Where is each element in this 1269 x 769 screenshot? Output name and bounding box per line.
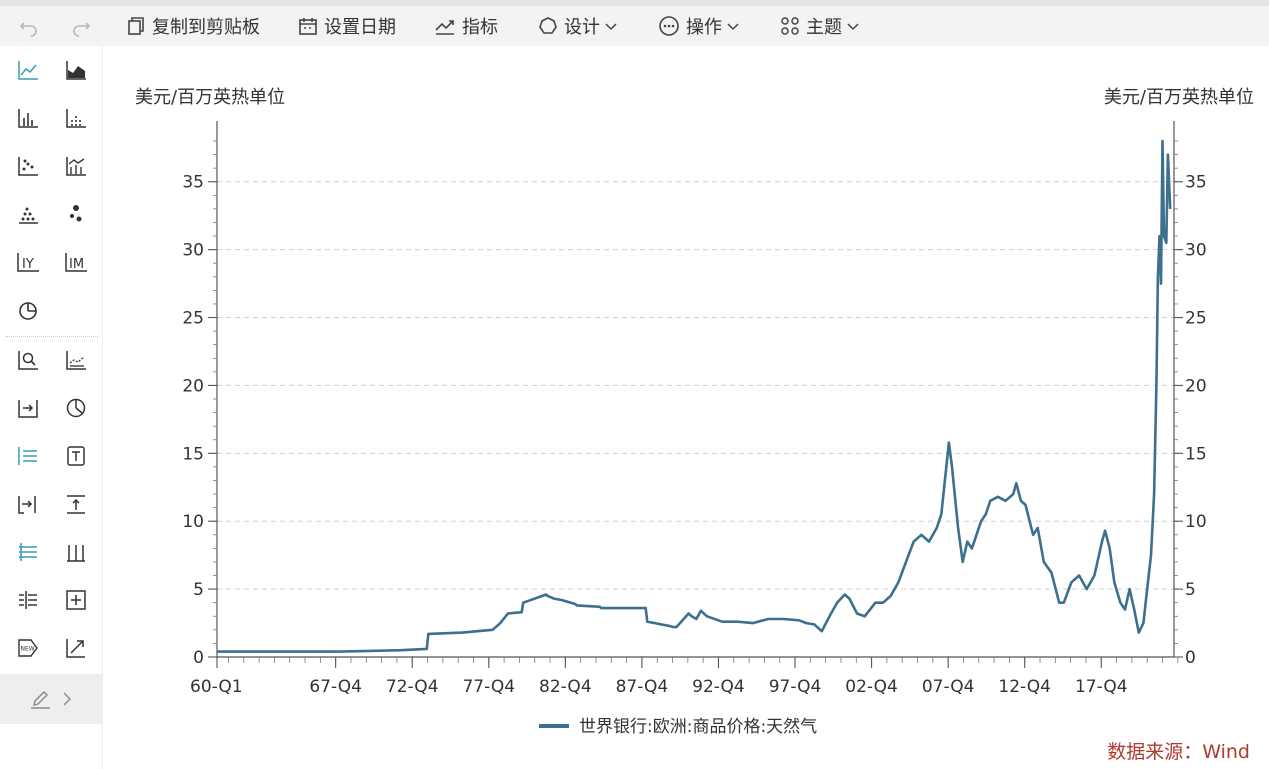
theme-grid-icon	[781, 17, 799, 35]
x-tick-label: 60-Q1	[190, 677, 243, 697]
copy-to-clipboard-button[interactable]: 复制到剪贴板	[118, 6, 268, 46]
upload-icon[interactable]	[62, 490, 90, 518]
x-tick-label: 77-Q4	[462, 677, 515, 697]
x-tick-label: 97-Q4	[769, 677, 822, 697]
trend-arrow-icon[interactable]	[62, 634, 90, 662]
copy-icon	[128, 17, 144, 35]
left-tick-label: 25	[182, 309, 204, 329]
text-box-icon[interactable]	[62, 442, 90, 470]
redo-icon	[73, 22, 91, 37]
right-axis-unit: 美元/百万英热单位	[1104, 87, 1254, 108]
left-tick-label: 30	[182, 241, 204, 261]
x-tick-label: 92-Q4	[692, 677, 745, 697]
scatter-chart-icon[interactable]	[14, 152, 42, 180]
dot-matrix-icon[interactable]	[14, 200, 42, 228]
left-tick-label: 20	[182, 376, 204, 396]
left-y-axis: 0 5 10 15 20 25 30 35	[182, 121, 218, 668]
redo-button[interactable]	[62, 6, 106, 46]
operate-label: 操作	[686, 17, 722, 38]
toolbar: 复制到剪贴板 设置日期 指标 设计 操作 主题	[0, 6, 1269, 46]
copy-label: 复制到剪贴板	[152, 17, 260, 38]
right-y-axis: 0 5 10 15 20 25 30 35	[1173, 121, 1207, 668]
pie-select-icon[interactable]	[62, 394, 90, 422]
add-box-icon[interactable]	[62, 586, 90, 614]
calendar-icon	[299, 18, 317, 35]
x-tick-label: 67-Q4	[309, 677, 362, 697]
x-tick-label: 07-Q4	[922, 677, 975, 697]
left-tick-label: 15	[182, 444, 204, 464]
left-axis-unit: 美元/百万英热单位	[135, 87, 285, 108]
right-tick-label: 5	[1185, 580, 1196, 600]
theme-label: 主题	[806, 17, 842, 38]
pencil-icon	[31, 691, 50, 709]
data-source: 数据来源：Wind	[1107, 741, 1250, 763]
list-align-icon[interactable]	[14, 538, 42, 566]
indicator-icon	[435, 20, 454, 35]
set-date-button[interactable]: 设置日期	[290, 6, 404, 46]
left-tick-label: 10	[182, 512, 204, 532]
chevron-down-icon	[847, 23, 859, 31]
x-tick-label: 72-Q4	[386, 677, 439, 697]
sidebar-edit-toggle[interactable]	[0, 674, 102, 724]
svg-text:IY: IY	[22, 257, 34, 272]
x-tick-label: 12-Q4	[998, 677, 1051, 697]
chart-type-sidebar: IY IM NEW	[0, 46, 103, 769]
more-circle-icon	[659, 16, 679, 36]
design-button[interactable]: 设计	[530, 6, 632, 46]
left-tick-label: 5	[193, 580, 204, 600]
right-tick-label: 0	[1185, 648, 1196, 668]
right-tick-label: 20	[1185, 376, 1207, 396]
import-icon[interactable]	[14, 490, 42, 518]
dot-bar-chart-icon[interactable]	[62, 104, 90, 132]
bubble-chart-icon[interactable]	[62, 200, 90, 228]
line-chart: 美元/百万英热单位 美元/百万英热单位 0 5 10 15 20 25 30 35 0 5 10 1…	[135, 87, 1254, 737]
left-tick-label: 0	[193, 648, 204, 668]
x-tick-label: 82-Q4	[539, 677, 592, 697]
right-tick-label: 15	[1185, 444, 1207, 464]
legend-label: 世界银行:欧洲:商品价格:天然气	[579, 717, 817, 737]
range-chart-icon[interactable]	[62, 346, 90, 374]
new-badge-icon[interactable]: NEW	[14, 634, 42, 662]
bar-chart-icon[interactable]	[14, 104, 42, 132]
x-tick-label: 87-Q4	[616, 677, 669, 697]
chevron-down-icon	[605, 23, 617, 31]
indicator-button[interactable]: 指标	[426, 6, 506, 46]
right-tick-label: 30	[1185, 241, 1207, 261]
undo-button[interactable]	[10, 6, 54, 46]
list-lines-icon[interactable]	[14, 442, 42, 470]
design-label: 设计	[564, 17, 600, 38]
columns-icon[interactable]	[62, 538, 90, 566]
pie-chart-icon[interactable]	[14, 296, 42, 324]
chevron-down-icon	[727, 23, 739, 31]
yearly-chart-icon[interactable]: IY	[14, 248, 42, 276]
right-tick-label: 35	[1185, 173, 1207, 193]
area-chart-icon[interactable]	[62, 56, 90, 84]
monthly-chart-icon[interactable]: IM	[62, 248, 90, 276]
x-tick-label: 17-Q4	[1075, 677, 1128, 697]
chevron-right-icon	[63, 692, 71, 706]
svg-text:NEW: NEW	[21, 646, 35, 653]
design-icon	[539, 17, 557, 34]
line-chart-icon[interactable]	[14, 56, 42, 84]
indicator-label: 指标	[462, 17, 498, 38]
zoom-chart-icon[interactable]	[14, 346, 42, 374]
series-line	[217, 139, 1172, 653]
operate-button[interactable]: 操作	[650, 6, 754, 46]
combo-chart-icon[interactable]	[62, 152, 90, 180]
theme-button[interactable]: 主题	[772, 6, 874, 46]
export-icon[interactable]	[14, 394, 42, 422]
right-tick-label: 10	[1185, 512, 1207, 532]
x-axis: 60-Q1 67-Q4 72-Q4 77-Q4 82-Q4 87-Q4 92-Q4 97-Q4…	[190, 656, 1179, 697]
undo-icon	[19, 22, 37, 37]
right-tick-label: 25	[1185, 309, 1207, 329]
svg-text:IM: IM	[69, 257, 84, 272]
left-tick-label: 35	[182, 173, 204, 193]
series-layer	[217, 139, 1172, 653]
set-date-label: 设置日期	[324, 17, 396, 38]
legend[interactable]: 世界银行:欧洲:商品价格:天然气	[539, 717, 817, 737]
x-tick-label: 02-Q4	[845, 677, 898, 697]
indent-icon[interactable]	[14, 586, 42, 614]
sidebar-separator	[6, 336, 98, 337]
